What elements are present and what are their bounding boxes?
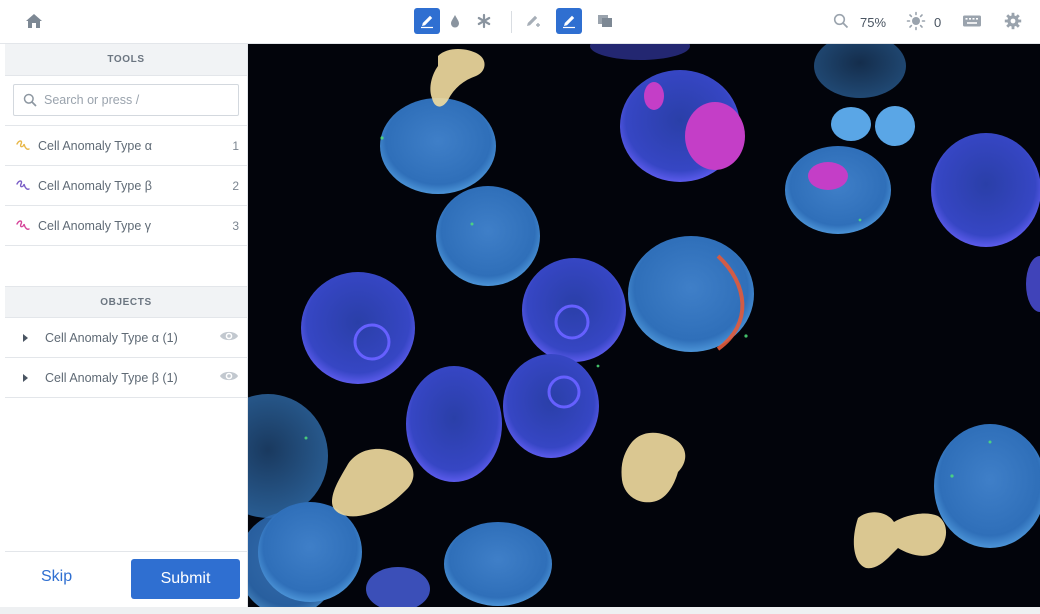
tools-spacer (5, 246, 247, 286)
pencil-minus-icon[interactable] (556, 8, 582, 34)
home-icon[interactable] (21, 8, 47, 34)
tool-item-gamma[interactable]: Cell Anomaly Type γ 3 (5, 206, 247, 246)
freehand-gamma-icon (15, 218, 33, 234)
droplet-icon[interactable] (442, 8, 468, 34)
zoom-value: 75% (860, 15, 887, 30)
tools-header: TOOLS (5, 44, 247, 76)
caret-right-icon[interactable] (23, 373, 28, 382)
caret-right-icon[interactable] (23, 333, 28, 342)
tool-shortcut: 2 (232, 178, 239, 193)
keyboard-icon[interactable] (959, 8, 985, 34)
submit-button[interactable]: Submit (131, 559, 240, 599)
pencil-plus-icon[interactable] (520, 8, 546, 34)
tool-item-alpha[interactable]: Cell Anomaly Type α 1 (5, 126, 247, 166)
pencil-icon[interactable] (414, 8, 440, 34)
tool-label: Cell Anomaly Type β (38, 178, 152, 193)
tool-shortcut: 3 (232, 218, 239, 233)
skip-button[interactable]: Skip (41, 568, 72, 586)
microscopy-image[interactable] (248, 44, 1040, 607)
gear-icon[interactable] (1000, 8, 1026, 34)
asterisk-icon[interactable] (471, 8, 497, 34)
zoom-icon[interactable] (828, 8, 854, 34)
image-canvas[interactable] (248, 44, 1040, 607)
object-item-beta[interactable]: Cell Anomaly Type β (1) (5, 358, 247, 398)
object-item-alpha[interactable]: Cell Anomaly Type α (1) (5, 318, 247, 358)
tool-label: Cell Anomaly Type α (38, 138, 152, 153)
tool-shortcut: 1 (232, 138, 239, 153)
object-label: Cell Anomaly Type β (1) (45, 370, 178, 385)
objects-header: OBJECTS (5, 286, 247, 318)
sidebar: TOOLS Cell Anomaly Type α 1 Cell Anomaly… (5, 44, 248, 607)
brightness-icon[interactable] (903, 8, 929, 34)
search-input[interactable] (44, 85, 234, 115)
eye-icon[interactable] (219, 329, 239, 346)
sidebar-footer: Skip Submit (5, 551, 247, 607)
search-box[interactable] (13, 84, 239, 116)
layers-icon[interactable] (592, 8, 618, 34)
freehand-beta-icon (15, 178, 33, 194)
eye-icon[interactable] (219, 369, 239, 386)
brightness-value: 0 (934, 15, 942, 30)
tool-item-beta[interactable]: Cell Anomaly Type β 2 (5, 166, 247, 206)
top-toolbar: 75% 0 (0, 0, 1040, 44)
tool-label: Cell Anomaly Type γ (38, 218, 152, 233)
freehand-alpha-icon (15, 138, 33, 154)
search-wrap (5, 76, 247, 126)
toolbar-separator (511, 11, 512, 33)
search-icon (23, 93, 37, 112)
object-label: Cell Anomaly Type α (1) (45, 330, 178, 345)
bottom-strip (0, 607, 1040, 614)
